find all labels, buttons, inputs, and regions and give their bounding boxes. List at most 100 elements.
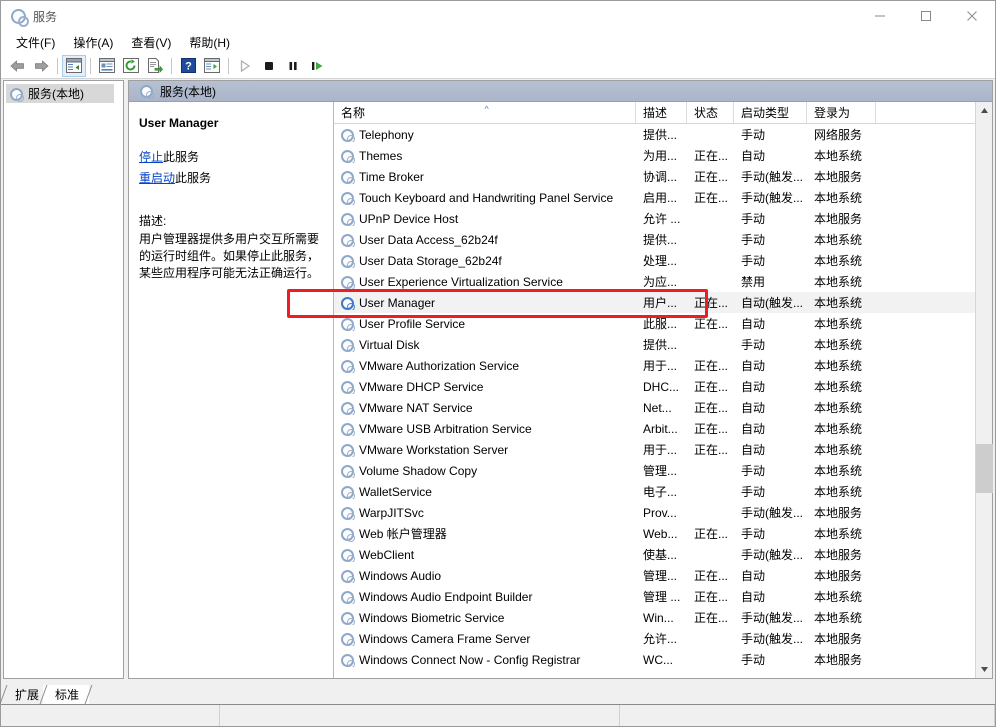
table-row[interactable]: Volume Shadow Copy管理...手动本地系统 xyxy=(334,460,975,481)
cell-startup-type: 自动 xyxy=(734,567,807,584)
column-header-logon-as[interactable]: 登录为 xyxy=(807,102,876,123)
service-name-label: User Data Access_62b24f xyxy=(359,233,498,247)
menu-action[interactable]: 操作(A) xyxy=(64,32,122,53)
restart-service-icon[interactable] xyxy=(305,55,329,77)
menu-help[interactable]: 帮助(H) xyxy=(180,32,239,53)
cell-description: 管理... xyxy=(636,567,687,584)
column-header-name[interactable]: 名称 ^ xyxy=(334,102,636,123)
cell-description: 允许... xyxy=(636,630,687,647)
cell-description: 此服... xyxy=(636,315,687,332)
table-row[interactable]: User Experience Virtualization Service为应… xyxy=(334,271,975,292)
cell-description: 提供... xyxy=(636,231,687,248)
table-row[interactable]: Virtual Disk提供...手动本地系统 xyxy=(334,334,975,355)
show-hide-console-tree-icon[interactable] xyxy=(200,55,224,77)
table-row[interactable]: Themes为用...正在...自动本地系统 xyxy=(334,145,975,166)
table-row[interactable]: Windows Camera Frame Server允许...手动(触发...… xyxy=(334,628,975,649)
scroll-up-icon[interactable] xyxy=(976,102,993,119)
service-name-label: Time Broker xyxy=(359,170,424,184)
cell-description: 电子... xyxy=(636,483,687,500)
table-row[interactable]: Telephony提供...手动网络服务 xyxy=(334,124,975,145)
table-row[interactable]: Windows Audio管理...正在...自动本地服务 xyxy=(334,565,975,586)
menu-view[interactable]: 查看(V) xyxy=(122,32,180,53)
cell-service-name: Windows Audio Endpoint Builder xyxy=(334,590,636,604)
cell-description: 为应... xyxy=(636,273,687,290)
minimize-icon[interactable] xyxy=(857,1,903,31)
table-row[interactable]: VMware Authorization Service用于...正在...自动… xyxy=(334,355,975,376)
cell-startup-type: 手动 xyxy=(734,231,807,248)
tab-standard[interactable]: 标准 xyxy=(43,685,89,704)
service-name-label: Windows Connect Now - Config Registrar xyxy=(359,653,580,667)
vertical-scrollbar[interactable] xyxy=(975,102,992,678)
cell-startup-type: 手动 xyxy=(734,210,807,227)
table-row[interactable]: Time Broker协调...正在...手动(触发...本地服务 xyxy=(334,166,975,187)
services-gear-icon xyxy=(340,338,354,352)
table-row[interactable]: User Data Storage_62b24f处理...手动本地系统 xyxy=(334,250,975,271)
tree-node-services-local[interactable]: 服务(本地) xyxy=(6,84,114,103)
table-row[interactable]: Windows Connect Now - Config RegistrarWC… xyxy=(334,649,975,670)
table-row[interactable]: Touch Keyboard and Handwriting Panel Ser… xyxy=(334,187,975,208)
pause-service-icon[interactable] xyxy=(281,55,305,77)
properties-icon[interactable] xyxy=(95,55,119,77)
scrollbar-track[interactable] xyxy=(976,119,993,661)
service-detail-panel: User Manager 停止此服务 重启动此服务 描述: 用户管理器提供多用户… xyxy=(129,102,334,678)
table-row[interactable]: User Data Access_62b24f提供...手动本地系统 xyxy=(334,229,975,250)
cell-service-name: Windows Connect Now - Config Registrar xyxy=(334,653,636,667)
services-gear-icon xyxy=(340,632,354,646)
maximize-icon[interactable] xyxy=(903,1,949,31)
service-name-label: UPnP Device Host xyxy=(359,212,458,226)
column-header-logon-as-label: 登录为 xyxy=(814,104,850,121)
service-name-label: Touch Keyboard and Handwriting Panel Ser… xyxy=(359,191,613,205)
stop-service-icon[interactable] xyxy=(257,55,281,77)
table-row[interactable]: VMware NAT ServiceNet...正在...自动本地系统 xyxy=(334,397,975,418)
table-row[interactable]: WalletService电子...手动本地系统 xyxy=(334,481,975,502)
table-row[interactable]: Web 帐户管理器Web...正在...手动本地系统 xyxy=(334,523,975,544)
table-row[interactable]: UPnP Device Host允许 ...手动本地服务 xyxy=(334,208,975,229)
column-header-status[interactable]: 状态 xyxy=(687,102,734,123)
column-header-startup-type[interactable]: 启动类型 xyxy=(734,102,807,123)
cell-service-name: VMware Workstation Server xyxy=(334,443,636,457)
cell-startup-type: 手动(触发... xyxy=(734,609,807,626)
cell-status: 正在... xyxy=(687,441,734,458)
table-row[interactable]: WarpJITSvcProv...手动(触发...本地服务 xyxy=(334,502,975,523)
restart-service-link[interactable]: 重启动此服务 xyxy=(139,169,323,186)
status-cell-2 xyxy=(220,705,620,726)
show-tree-icon[interactable] xyxy=(62,55,86,77)
service-name-label: Web 帐户管理器 xyxy=(359,525,447,542)
scrollbar-thumb[interactable] xyxy=(976,444,993,493)
start-service-icon[interactable] xyxy=(233,55,257,77)
table-row[interactable]: VMware DHCP ServiceDHC...正在...自动本地系统 xyxy=(334,376,975,397)
refresh-icon[interactable] xyxy=(119,55,143,77)
table-row[interactable]: VMware Workstation Server用于...正在...自动本地系… xyxy=(334,439,975,460)
table-row[interactable]: Windows Audio Endpoint Builder管理 ...正在..… xyxy=(334,586,975,607)
table-row[interactable]: VMware USB Arbitration ServiceArbit...正在… xyxy=(334,418,975,439)
help-icon[interactable]: ? xyxy=(176,55,200,77)
cell-startup-type: 自动 xyxy=(734,441,807,458)
restart-service-link-suffix: 此服务 xyxy=(175,171,211,185)
column-header-description-label: 描述 xyxy=(643,104,667,121)
cell-service-name: Touch Keyboard and Handwriting Panel Ser… xyxy=(334,191,636,205)
table-row[interactable]: WebClient使基...手动(触发...本地服务 xyxy=(334,544,975,565)
list-header: 名称 ^ 描述 状态 启动类型 登录为 xyxy=(334,102,975,124)
back-arrow-icon[interactable] xyxy=(5,55,29,77)
cell-service-name: VMware Authorization Service xyxy=(334,359,636,373)
cell-logon-as: 本地系统 xyxy=(807,315,876,332)
cell-description: 启用... xyxy=(636,189,687,206)
table-row[interactable]: User Profile Service此服...正在...自动本地系统 xyxy=(334,313,975,334)
cell-description: Net... xyxy=(636,401,687,415)
scroll-down-icon[interactable] xyxy=(976,661,993,678)
close-icon[interactable] xyxy=(949,1,995,31)
export-list-icon[interactable] xyxy=(143,55,167,77)
cell-logon-as: 网络服务 xyxy=(807,126,876,143)
menu-file[interactable]: 文件(F) xyxy=(7,32,64,53)
column-header-description[interactable]: 描述 xyxy=(636,102,687,123)
table-row[interactable]: User Manager用户...正在...自动(触发...本地系统 xyxy=(334,292,975,313)
service-name-label: VMware Workstation Server xyxy=(359,443,508,457)
cell-service-name: Web 帐户管理器 xyxy=(334,525,636,542)
cell-description: 使基... xyxy=(636,546,687,563)
cell-service-name: User Data Storage_62b24f xyxy=(334,254,636,268)
cell-description: Prov... xyxy=(636,506,687,520)
table-row[interactable]: Windows Biometric ServiceWin...正在...手动(触… xyxy=(334,607,975,628)
stop-service-link[interactable]: 停止此服务 xyxy=(139,148,323,165)
forward-arrow-icon[interactable] xyxy=(29,55,53,77)
services-gear-icon xyxy=(10,8,26,24)
